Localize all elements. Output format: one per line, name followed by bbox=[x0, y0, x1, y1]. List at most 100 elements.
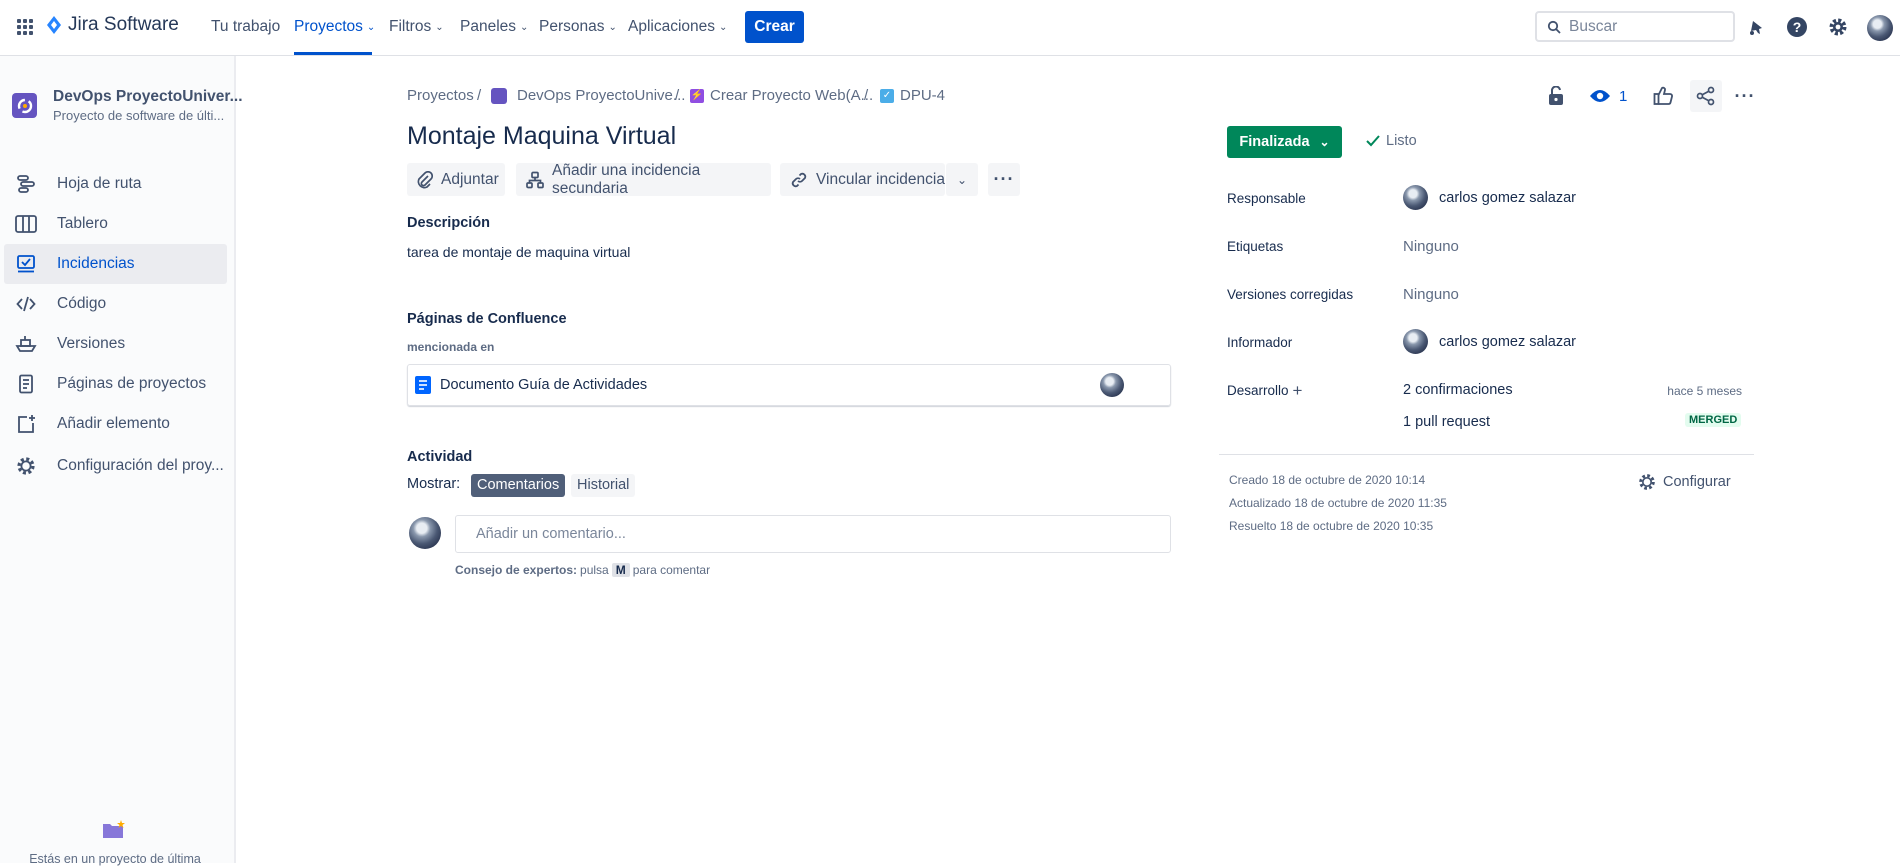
more-actions-button[interactable]: ··· bbox=[988, 163, 1020, 196]
commits-link[interactable]: 2 confirmaciones bbox=[1403, 382, 1513, 398]
plus-icon[interactable]: + bbox=[1293, 382, 1303, 399]
labels-label: Etiquetas bbox=[1227, 239, 1284, 254]
sidebar-item-board[interactable]: Tablero bbox=[4, 204, 227, 243]
link-issue-button[interactable]: Vincular incidencia bbox=[780, 163, 945, 196]
check-icon bbox=[1366, 135, 1380, 147]
confluence-page-card[interactable]: Documento Guía de Actividades bbox=[407, 364, 1171, 406]
description-heading: Descripción bbox=[407, 215, 490, 231]
sidebar-item-label: Configuración del proy... bbox=[57, 456, 224, 474]
sidebar-item-code[interactable]: Código bbox=[4, 284, 227, 323]
sidebar-item-label: Incidencias bbox=[57, 255, 135, 272]
tab-history[interactable]: Historial bbox=[571, 474, 636, 497]
like-icon[interactable] bbox=[1651, 84, 1675, 108]
description-text[interactable]: tarea de montaje de maquina virtual bbox=[407, 244, 630, 260]
created-date: Creado 18 de octubre de 2020 10:14 bbox=[1229, 473, 1426, 487]
assignee-avatar bbox=[1403, 185, 1428, 210]
pull-request-link[interactable]: 1 pull request bbox=[1403, 414, 1490, 430]
lock-icon[interactable] bbox=[1544, 84, 1568, 108]
breadcrumb-separator: / bbox=[675, 87, 680, 104]
task-icon: ✓ bbox=[880, 88, 894, 103]
assignee-value[interactable]: carlos gomez salazar bbox=[1439, 190, 1576, 206]
code-icon bbox=[14, 292, 38, 316]
watch-button[interactable]: 1 bbox=[1589, 84, 1627, 108]
product-name: Jira Software bbox=[68, 14, 179, 35]
watch-count: 1 bbox=[1619, 87, 1628, 105]
pro-tip-label: Consejo de expertos: bbox=[455, 563, 578, 577]
help-icon[interactable]: ? bbox=[1785, 15, 1809, 39]
activity-heading: Actividad bbox=[407, 449, 473, 465]
search-placeholder: Buscar bbox=[1569, 17, 1618, 35]
fix-versions-value[interactable]: Ninguno bbox=[1403, 286, 1459, 303]
settings-gear-icon[interactable] bbox=[1826, 15, 1850, 39]
status-button[interactable]: Finalizada ⌄ bbox=[1227, 126, 1342, 158]
link-icon bbox=[790, 171, 808, 189]
sidebar-footer-text: Estás en un proyecto de última bbox=[29, 852, 201, 866]
chevron-down-icon: ⌄ bbox=[366, 21, 376, 33]
resolution: Listo bbox=[1366, 133, 1417, 149]
issue-title[interactable]: Montaje Maquina Virtual bbox=[407, 122, 676, 151]
updated-date: Actualizado 18 de octubre de 2020 11:35 bbox=[1229, 496, 1447, 510]
board-icon bbox=[14, 212, 38, 236]
svg-text:?: ? bbox=[1793, 19, 1802, 35]
paperclip-icon bbox=[417, 170, 433, 189]
breadcrumb-epic[interactable]: ⚡ Crear Proyecto Web(A... bbox=[690, 87, 873, 104]
configure-button[interactable]: Configurar bbox=[1637, 472, 1731, 492]
share-button[interactable] bbox=[1690, 80, 1722, 112]
eye-icon bbox=[1590, 90, 1610, 102]
confluence-heading: Páginas de Confluence bbox=[407, 311, 567, 327]
attach-label: Adjuntar bbox=[441, 170, 499, 188]
labels-value[interactable]: Ninguno bbox=[1403, 238, 1459, 255]
sidebar-item-roadmap[interactable]: Hoja de ruta bbox=[4, 164, 227, 203]
panel-divider bbox=[1219, 454, 1754, 455]
breadcrumb-issue-key[interactable]: ✓ DPU-4 bbox=[880, 87, 945, 104]
chevron-down-icon: ⌄ bbox=[608, 21, 617, 33]
comment-input[interactable]: Añadir un comentario... bbox=[455, 515, 1171, 553]
nav-filters[interactable]: Filtros ⌄ bbox=[389, 18, 444, 36]
sidebar-item-add-item[interactable]: Añadir elemento bbox=[4, 404, 227, 443]
nav-dashboards[interactable]: Paneles ⌄ bbox=[460, 18, 528, 36]
nav-projects[interactable]: Proyectos ⌄ bbox=[294, 18, 375, 36]
nav-your-work[interactable]: Tu trabajo bbox=[211, 18, 280, 36]
sidebar-item-label: Código bbox=[57, 294, 107, 312]
sidebar-item-project-settings[interactable]: Configuración del proy... bbox=[4, 446, 227, 485]
breadcrumb-project[interactable]: DevOps ProyectoUnive... bbox=[491, 87, 685, 104]
more-horizontal-icon: ··· bbox=[993, 169, 1015, 189]
reporter-label: Informador bbox=[1227, 335, 1293, 350]
sidebar-item-releases[interactable]: Versiones bbox=[4, 324, 227, 363]
pro-tip: Consejo de expertos: pulsa M para coment… bbox=[455, 563, 710, 577]
project-name[interactable]: DevOps ProyectoUniver... bbox=[53, 88, 243, 106]
project-avatar-small bbox=[491, 87, 507, 104]
merged-badge: MERGED bbox=[1685, 413, 1742, 427]
sidebar-item-issues[interactable]: Incidencias bbox=[4, 244, 227, 284]
add-child-issue-button[interactable]: Añadir una incidencia secundaria bbox=[516, 162, 771, 197]
jira-logo[interactable]: Jira Software bbox=[46, 14, 179, 36]
more-options-icon[interactable]: ··· bbox=[1731, 84, 1759, 108]
attach-button[interactable]: Adjuntar bbox=[407, 163, 505, 196]
current-user-avatar bbox=[409, 517, 441, 549]
notifications-icon[interactable] bbox=[1745, 15, 1769, 39]
nav-apps[interactable]: Aplicaciones ⌄ bbox=[628, 18, 727, 36]
app-switcher-icon[interactable] bbox=[15, 17, 35, 37]
chevron-down-icon: ⌄ bbox=[435, 21, 444, 33]
resolution-label: Listo bbox=[1386, 133, 1417, 149]
chevron-down-icon: ⌄ bbox=[520, 21, 529, 33]
project-sidebar: DevOps ProyectoUniver... Proyecto de sof… bbox=[0, 56, 243, 866]
create-button[interactable]: Crear bbox=[745, 11, 804, 43]
gear-icon bbox=[1639, 474, 1655, 490]
project-avatar[interactable] bbox=[12, 93, 37, 118]
reporter-value[interactable]: carlos gomez salazar bbox=[1439, 334, 1576, 350]
link-issue-dropdown-button[interactable]: ⌄ bbox=[946, 163, 978, 196]
nav-people[interactable]: Personas ⌄ bbox=[539, 18, 617, 36]
pro-tip-press: pulsa bbox=[580, 563, 609, 577]
user-avatar[interactable] bbox=[1867, 15, 1893, 41]
sidebar-item-project-pages[interactable]: Páginas de proyectos bbox=[4, 364, 227, 403]
chevron-down-icon: ⌄ bbox=[719, 21, 728, 33]
search-input[interactable]: Buscar bbox=[1535, 11, 1735, 42]
sidebar-item-label: Versiones bbox=[57, 334, 126, 352]
breadcrumb-projects[interactable]: Proyectos bbox=[407, 87, 474, 104]
show-label: Mostrar: bbox=[407, 476, 461, 492]
chevron-down-icon: ⌄ bbox=[1319, 135, 1330, 149]
jira-diamond-icon bbox=[47, 16, 61, 34]
tab-comments[interactable]: Comentarios bbox=[471, 474, 566, 497]
hierarchy-icon bbox=[526, 171, 544, 189]
